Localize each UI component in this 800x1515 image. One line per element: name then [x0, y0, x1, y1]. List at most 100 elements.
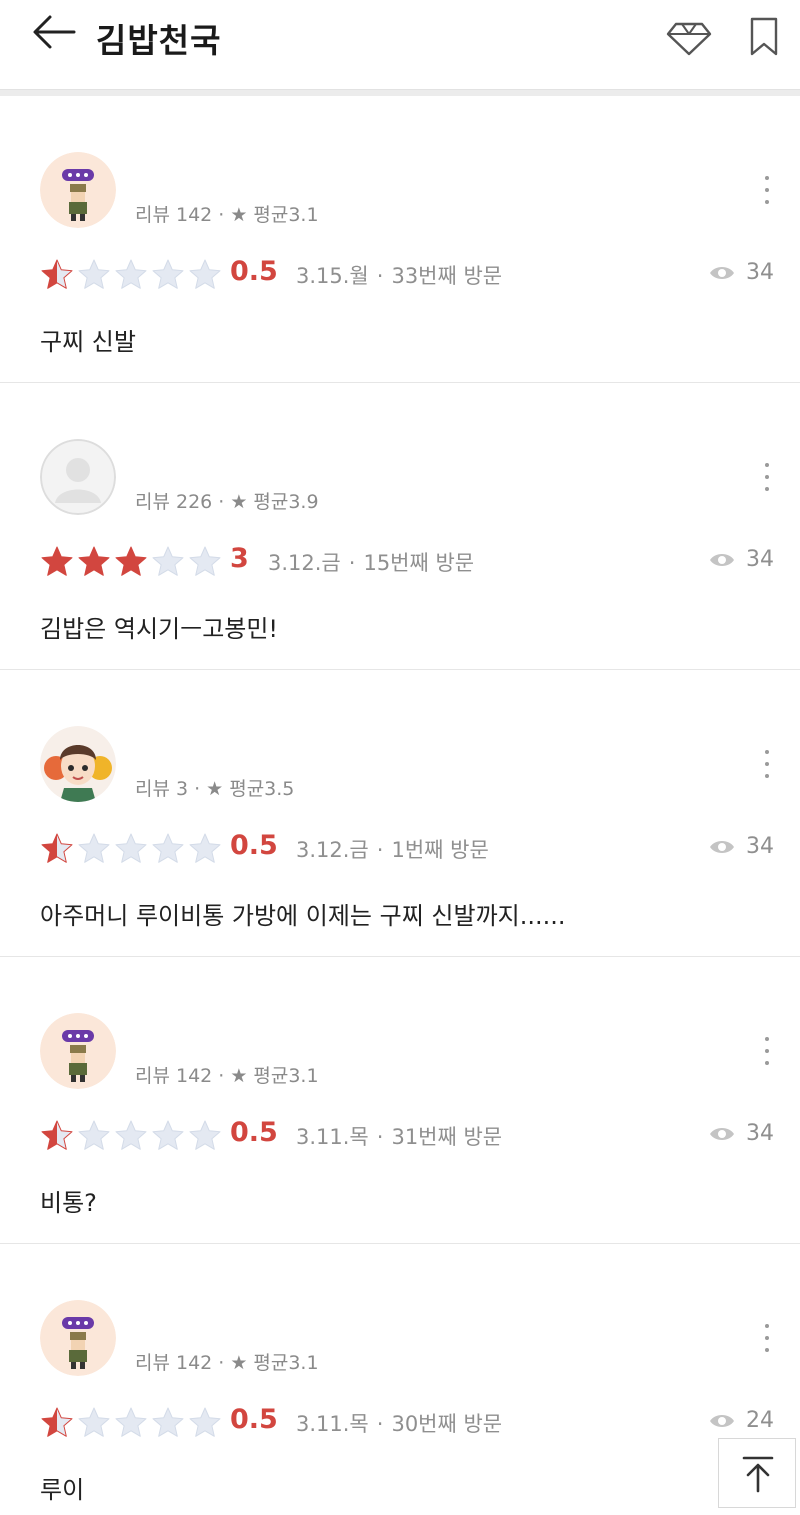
reviewer-stats: 리뷰 142 · ★ 평균3.1 — [135, 1352, 319, 1374]
view-count-value: 34 — [746, 1121, 774, 1146]
star-icon — [152, 546, 184, 576]
rating-score: 0.5 — [230, 830, 278, 861]
rating-row: 0.5 3.15.월 · 33번째 방문 34 — [40, 256, 780, 292]
review-count: 리뷰 226 — [135, 491, 213, 513]
bookmark-button[interactable] — [740, 14, 790, 58]
arrow-up-to-top-icon — [742, 1456, 774, 1493]
reviewer-stats: 리뷰 3 · ★ 평균3.5 — [135, 778, 295, 800]
rating-score: 0.5 — [230, 1117, 278, 1148]
avatar[interactable] — [40, 1013, 116, 1089]
star-icon — [41, 259, 73, 289]
rating-score: 3 — [230, 543, 249, 574]
avatar[interactable] — [40, 152, 116, 228]
view-count: 34 — [708, 547, 774, 572]
review-card[interactable]: 리뷰 142 · ★ 평균3.1 0.5 3.15.월 · 33번째 방문 34 구찌 신발 — [0, 96, 800, 383]
review-count: 리뷰 142 — [135, 204, 213, 226]
rating-score: 0.5 — [230, 256, 278, 287]
rating-score: 0.5 — [230, 1404, 278, 1435]
review-text: 김밥은 역시기ㅡ고봉민! — [40, 615, 279, 643]
eye-icon — [710, 266, 734, 279]
visit-count: 31번째 방문 — [391, 1125, 503, 1149]
star-rating — [40, 832, 225, 864]
star-icon — [115, 259, 147, 289]
scroll-to-top-button[interactable] — [718, 1438, 796, 1508]
star-icon — [189, 1407, 221, 1437]
average-rating: ★ 평균3.1 — [230, 1065, 319, 1087]
star-icon — [78, 1120, 110, 1150]
view-count: 34 — [708, 834, 774, 859]
more-options-button[interactable] — [752, 1316, 782, 1360]
average-rating: ★ 평균3.1 — [230, 204, 319, 226]
view-count-value: 24 — [746, 1408, 774, 1433]
star-icon — [115, 833, 147, 863]
star-icon — [41, 546, 73, 576]
eye-icon — [710, 553, 734, 566]
avatar[interactable] — [40, 439, 116, 515]
arrow-left-icon — [33, 15, 76, 49]
reviewer-stats: 리뷰 142 · ★ 평균3.1 — [135, 1065, 319, 1087]
review-date: 3.11.목 — [296, 1125, 369, 1149]
star-icon — [78, 259, 110, 289]
avatar[interactable] — [40, 1300, 116, 1376]
star-rating — [40, 545, 225, 577]
rating-row: 3 3.12.금 · 15번째 방문 34 — [40, 543, 780, 579]
star-icon — [189, 546, 221, 576]
eye-icon — [710, 1127, 734, 1140]
review-card[interactable]: 리뷰 142 · ★ 평균3.1 0.5 3.11.목 · 30번째 방문 24 루이 — [0, 1244, 800, 1515]
star-rating — [40, 1406, 225, 1438]
review-count: 리뷰 142 — [135, 1352, 213, 1374]
reviewer-stats: 리뷰 226 · ★ 평균3.9 — [135, 491, 319, 513]
eye-icon — [710, 1414, 734, 1427]
visit-meta: 3.11.목 · 30번째 방문 — [296, 1412, 503, 1436]
diamond-button[interactable] — [664, 14, 714, 58]
star-rating — [40, 258, 225, 290]
view-count-value: 34 — [746, 834, 774, 859]
star-icon — [78, 833, 110, 863]
visit-meta: 3.11.목 · 31번째 방문 — [296, 1125, 503, 1149]
more-options-button[interactable] — [752, 455, 782, 499]
top-bar: 김밥천국 — [0, 0, 800, 90]
review-date: 3.15.월 — [296, 264, 369, 288]
review-date: 3.11.목 — [296, 1412, 369, 1436]
average-rating: ★ 평균3.9 — [230, 491, 319, 513]
star-icon — [189, 1120, 221, 1150]
review-card[interactable]: 리뷰 142 · ★ 평균3.1 0.5 3.11.목 · 31번째 방문 34 비통? — [0, 957, 800, 1244]
view-count-value: 34 — [746, 547, 774, 572]
visit-count: 1번째 방문 — [391, 838, 489, 862]
review-text: 구찌 신발 — [40, 328, 136, 356]
view-count: 34 — [708, 1121, 774, 1146]
more-options-button[interactable] — [752, 742, 782, 786]
back-button[interactable] — [30, 12, 80, 52]
review-card[interactable]: 리뷰 226 · ★ 평균3.9 3 3.12.금 · 15번째 방문 34 김밥은 역시기ㅡ고… — [0, 383, 800, 670]
visit-count: 15번째 방문 — [363, 551, 475, 575]
rating-row: 0.5 3.11.목 · 30번째 방문 24 — [40, 1404, 780, 1440]
more-options-button[interactable] — [752, 168, 782, 212]
rating-row: 0.5 3.12.금 · 1번째 방문 34 — [40, 830, 780, 866]
star-icon — [41, 1120, 73, 1150]
avatar[interactable] — [40, 726, 116, 802]
visit-meta: 3.12.금 · 1번째 방문 — [296, 838, 489, 862]
diamond-icon — [666, 22, 712, 56]
star-icon — [152, 1407, 184, 1437]
review-count: 리뷰 3 — [135, 778, 189, 800]
reviewer-stats: 리뷰 142 · ★ 평균3.1 — [135, 204, 319, 226]
star-icon — [115, 1407, 147, 1437]
review-card[interactable]: 리뷰 3 · ★ 평균3.5 0.5 3.12.금 · 1번째 방문 34 아주머니 루이비통 … — [0, 670, 800, 957]
average-rating: ★ 평균3.1 — [230, 1352, 319, 1374]
review-date: 3.12.금 — [296, 838, 369, 862]
average-rating: ★ 평균3.5 — [206, 778, 295, 800]
visit-meta: 3.15.월 · 33번째 방문 — [296, 264, 503, 288]
visit-count: 33번째 방문 — [391, 264, 503, 288]
more-options-button[interactable] — [752, 1029, 782, 1073]
star-icon — [41, 833, 73, 863]
review-text: 비통? — [40, 1189, 97, 1217]
bookmark-icon — [750, 17, 778, 56]
view-count: 24 — [708, 1408, 774, 1433]
visit-count: 30번째 방문 — [391, 1412, 503, 1436]
star-icon — [41, 1407, 73, 1437]
page-title: 김밥천국 — [96, 21, 222, 60]
visit-meta: 3.12.금 · 15번째 방문 — [268, 551, 475, 575]
view-count-value: 34 — [746, 260, 774, 285]
review-text: 루이 — [40, 1476, 85, 1504]
review-text: 아주머니 루이비통 가방에 이제는 구찌 신발까지...... — [40, 902, 566, 930]
